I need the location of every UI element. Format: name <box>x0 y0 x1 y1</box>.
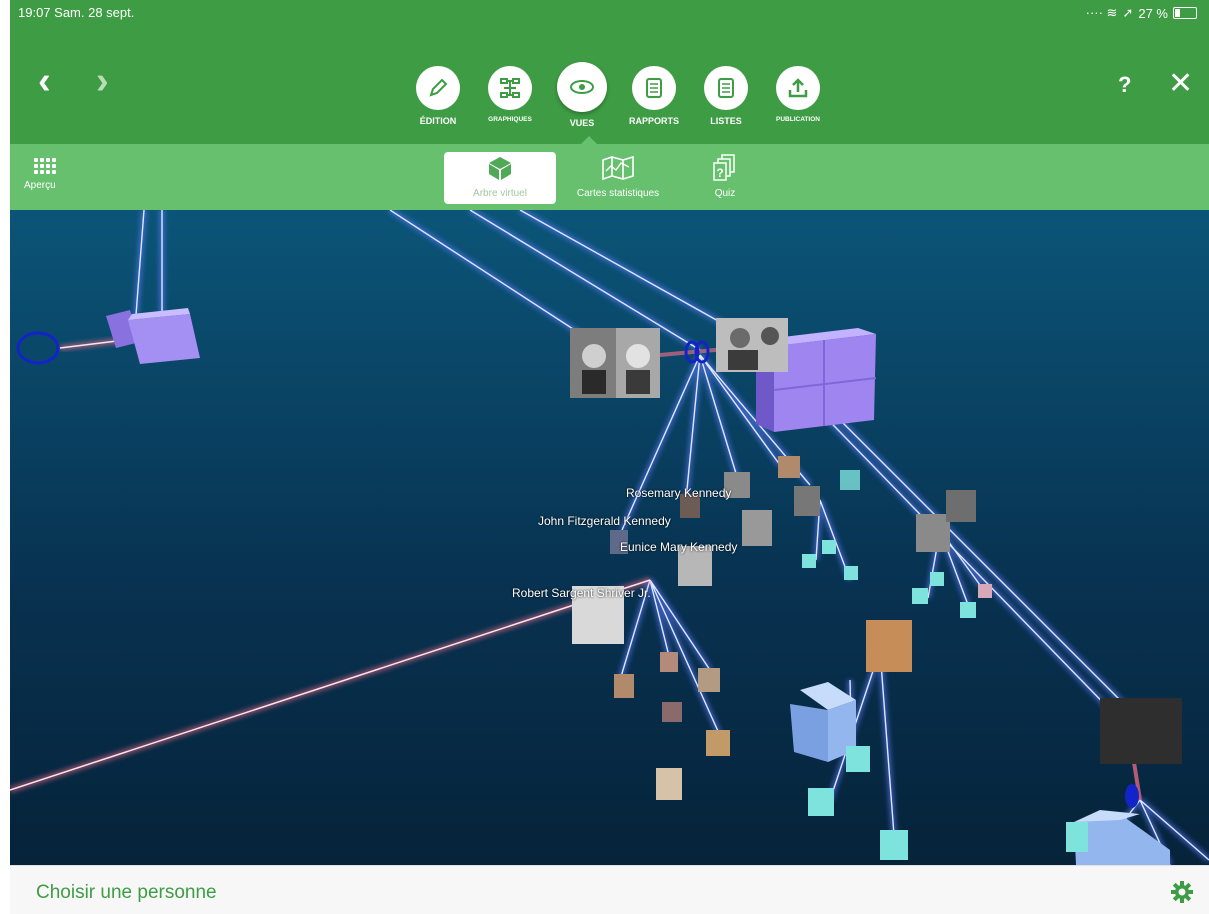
status-indicators: ···· ≋ ➚ 27 % <box>1086 5 1197 21</box>
tab-cartes-label: Cartes statistiques <box>576 188 660 199</box>
union-node[interactable] <box>1125 784 1139 808</box>
quiz-cards-icon: ? <box>690 154 760 182</box>
gear-icon[interactable] <box>1170 880 1194 904</box>
tab-arbre-virtuel[interactable]: Arbre virtuel <box>444 152 556 204</box>
tab-quiz-label: Quiz <box>714 188 736 199</box>
apercu-button[interactable]: Aperçu <box>24 158 74 191</box>
document-icon <box>632 66 676 110</box>
map-icon <box>562 154 674 182</box>
close-button[interactable]: ✕ <box>1168 66 1193 101</box>
tab-arbre-label: Arbre virtuel <box>473 188 527 199</box>
app-window: 19:07 Sam. 28 sept. ···· ≋ ➚ 27 % ‹ › ÉD… <box>10 0 1209 914</box>
view-submenu: Aperçu Arbre virtuel Cartes statistiques… <box>10 144 1209 210</box>
cube-icon <box>444 154 556 182</box>
menu-edition-label: ÉDITION <box>419 116 457 126</box>
person-label[interactable]: Rosemary Kennedy <box>626 486 731 500</box>
menu-publication-label: PUBLICATION <box>776 116 820 123</box>
back-button[interactable]: ‹ <box>38 62 51 100</box>
person-photo-cube[interactable] <box>716 318 788 372</box>
menu-graphiques[interactable]: GRAPHIQUES <box>480 66 540 123</box>
menu-rapports[interactable]: RAPPORTS <box>624 66 684 126</box>
menu-listes[interactable]: LISTES <box>696 66 756 126</box>
menu-graphiques-label: GRAPHIQUES <box>488 116 532 123</box>
tab-quiz[interactable]: ? Quiz <box>690 152 760 204</box>
upload-icon <box>776 66 820 110</box>
apercu-label: Aperçu <box>24 180 56 191</box>
status-bar: 19:07 Sam. 28 sept. ···· ≋ ➚ 27 % <box>10 0 1209 38</box>
wifi-icon: ···· ≋ <box>1085 5 1118 20</box>
location-icon: ➚ <box>1122 5 1134 20</box>
tree-canvas <box>10 210 1209 865</box>
union-ring[interactable] <box>16 331 60 365</box>
blue-links-core <box>135 210 1209 865</box>
eye-icon <box>557 62 607 112</box>
bottom-bar: Choisir une personne <box>10 865 1209 914</box>
menu-listes-label: LISTES <box>710 116 742 126</box>
pencil-icon <box>416 66 460 110</box>
menu-vues[interactable]: VUES <box>552 62 612 128</box>
menu-vues-label: VUES <box>569 118 595 128</box>
top-toolbar: 19:07 Sam. 28 sept. ···· ≋ ➚ 27 % ‹ › ÉD… <box>10 0 1209 145</box>
status-time: 19:07 Sam. 28 sept. <box>18 5 135 20</box>
battery-icon <box>1173 7 1197 19</box>
placeholder-cube[interactable] <box>106 308 200 364</box>
forward-button[interactable]: › <box>96 62 109 100</box>
grid-icon <box>34 158 74 174</box>
menu-edition[interactable]: ÉDITION <box>408 66 468 126</box>
main-menu: ÉDITION GRAPHIQUES VUES RAPPORTS LISTES … <box>408 62 838 145</box>
virtual-tree-scene[interactable]: Rosemary Kennedy John Fitzgerald Kennedy… <box>10 210 1209 865</box>
menu-publication[interactable]: PUBLICATION <box>768 66 828 123</box>
list-icon <box>704 66 748 110</box>
svg-text:?: ? <box>716 166 723 180</box>
person-photo-cube[interactable] <box>570 328 660 398</box>
person-label[interactable]: John Fitzgerald Kennedy <box>538 514 671 528</box>
choose-person-button[interactable]: Choisir une personne <box>36 882 217 904</box>
person-label[interactable]: Eunice Mary Kennedy <box>620 540 737 554</box>
tree-chart-icon <box>488 66 532 110</box>
menu-rapports-label: RAPPORTS <box>628 116 679 126</box>
battery-percent: 27 % <box>1138 5 1168 21</box>
blue-links <box>133 210 1209 865</box>
tab-cartes-statistiques[interactable]: Cartes statistiques <box>562 152 674 204</box>
person-label[interactable]: Robert Sargent Shriver Jr. <box>512 586 651 600</box>
help-button[interactable]: ? <box>1118 72 1131 98</box>
